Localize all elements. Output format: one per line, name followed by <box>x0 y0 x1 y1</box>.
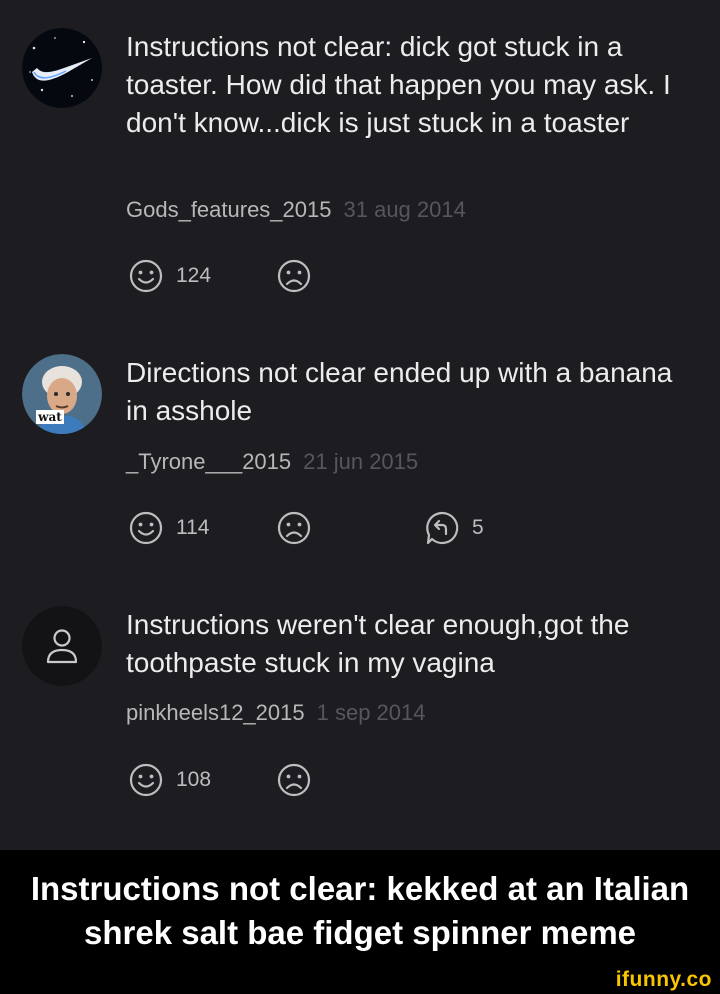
frown-icon <box>277 259 311 293</box>
username[interactable]: Gods_features_2015 <box>126 197 332 222</box>
comment-date: 1 sep 2014 <box>316 700 426 725</box>
smile-button[interactable]: 114 <box>128 510 209 546</box>
reply-count: 5 <box>472 516 484 539</box>
smile-count: 124 <box>176 264 212 287</box>
ifunny-watermark: ifunny.co <box>615 968 712 991</box>
unsmile-button[interactable] <box>276 510 312 546</box>
comment-meta: Gods_features_2015 31 aug 2014 <box>126 197 466 223</box>
avatar[interactable] <box>22 28 102 108</box>
caption-banner: Instructions not clear: kekked at an Ita… <box>0 850 720 972</box>
comment-meta: _Tyrone___2015 21 jun 2015 <box>126 449 418 475</box>
default-user-avatar-icon <box>22 606 102 686</box>
comment-date: 31 aug 2014 <box>343 197 466 222</box>
smile-count: 114 <box>176 516 210 539</box>
username[interactable]: pinkheels12_2015 <box>126 700 305 725</box>
caption-text: Instructions not clear: kekked at an Ita… <box>15 867 705 955</box>
caption-line-1: Instructions not clear: kekked at an Ita… <box>30 870 690 907</box>
comment-text: Directions not clear ended up with a ban… <box>126 357 673 426</box>
smile-count: 108 <box>176 768 212 791</box>
comment-meta: pinkheels12_2015 1 sep 2014 <box>126 700 425 726</box>
comment-text: Instructions not clear: dick got stuck i… <box>126 31 671 138</box>
smile-button[interactable]: 108 <box>128 762 211 798</box>
frown-icon <box>277 511 311 545</box>
smile-icon <box>129 511 163 545</box>
username[interactable]: _Tyrone___2015 <box>126 449 291 474</box>
comment-text: Instructions weren't clear enough,got th… <box>126 609 630 678</box>
unsmile-button[interactable] <box>276 258 312 294</box>
smile-icon <box>129 763 163 797</box>
smile-button[interactable]: 124 <box>128 258 211 294</box>
wat-photo-avatar-icon: wat <box>22 354 102 434</box>
starry-swoosh-avatar-icon <box>22 28 102 108</box>
frown-icon <box>277 763 311 797</box>
comment-date: 21 jun 2015 <box>303 449 419 474</box>
avatar[interactable] <box>22 606 102 686</box>
svg-text:wat: wat <box>37 410 62 424</box>
replies-button[interactable]: 5 <box>424 510 484 546</box>
footer-bar: ifunny.co <box>0 968 720 994</box>
caption-line-2: shrek salt bae fidget spinner meme <box>83 914 637 951</box>
smile-icon <box>129 259 163 293</box>
unsmile-button[interactable] <box>276 762 312 798</box>
avatar[interactable]: wat <box>22 354 102 434</box>
reply-bubble-icon <box>426 511 459 545</box>
